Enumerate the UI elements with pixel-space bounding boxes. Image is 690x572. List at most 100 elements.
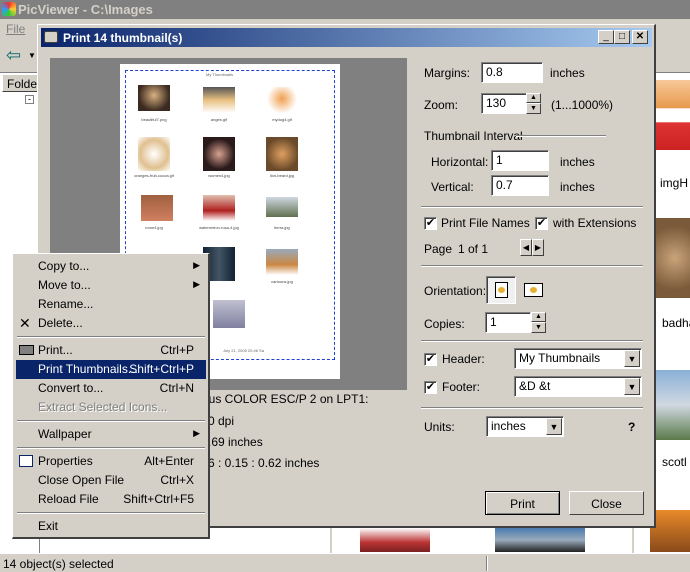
close-button[interactable]: Close (569, 491, 644, 515)
zoom-spin-down[interactable]: ▼ (526, 103, 541, 114)
thumbnail-scotl-image[interactable] (652, 370, 690, 440)
with-extensions-label: with Extensions (553, 216, 637, 230)
menu-item-label: Move to... (38, 278, 91, 292)
menu-separator (17, 512, 205, 514)
delete-x-icon: ✕ (19, 315, 31, 331)
paper-margin-text: 6 : 0.15 : 0.62 inches (208, 456, 320, 470)
margins-field[interactable]: 0.8 (481, 62, 543, 83)
minimize-button[interactable]: _ (598, 30, 614, 44)
page-next-button[interactable]: ▶ (532, 239, 544, 256)
menu-item-shortcut: Shift+Ctrl+P (129, 362, 194, 376)
menu-separator (17, 336, 205, 338)
menu-item-shortcut: Alt+Enter (144, 454, 194, 468)
preview-page-header: My Thumbnails (206, 72, 234, 77)
preview-page-footer: July 21, 2005 20:46 Sa (223, 348, 264, 353)
menu-item-shortcut: Ctrl+X (160, 473, 194, 487)
landscape-orientation-icon[interactable] (522, 279, 546, 301)
zoom-range: (1...1000%) (551, 98, 614, 112)
menu-item-label: Print Thumbnails... (38, 362, 138, 376)
properties-icon (19, 455, 33, 467)
menu-item-move-to[interactable]: Move to... ▶ (16, 276, 206, 295)
portrait-orientation-icon[interactable] (486, 276, 516, 304)
preview-thumb-caption: women4.jpg (208, 173, 230, 178)
print-button[interactable]: Print (485, 491, 560, 515)
maximize-button[interactable]: □ (614, 30, 630, 44)
tree-collapse-icon[interactable]: - (25, 95, 34, 104)
menu-item-copy-to[interactable]: Copy to... ▶ (16, 257, 206, 276)
thumbnail-badha-image[interactable] (652, 218, 690, 298)
copies-spin-down[interactable]: ▼ (531, 322, 546, 333)
status-bar: 14 object(s) selected (0, 553, 690, 572)
menu-item-wallpaper[interactable]: Wallpaper ▶ (16, 425, 206, 444)
preview-thumb-caption: lion-beard.jpg (269, 173, 295, 178)
separator (421, 206, 643, 208)
preview-thumb (266, 249, 298, 275)
units-dropdown-arrow-icon[interactable]: ▼ (546, 418, 562, 435)
thumbnail-bottom-3[interactable] (650, 510, 690, 552)
preview-thumb (138, 137, 170, 171)
menu-item-rename[interactable]: Rename... (16, 295, 206, 314)
menu-item-label: Delete... (38, 316, 83, 330)
interval-groove (516, 135, 606, 137)
dialog-title: Print 14 thumbnail(s) (63, 31, 183, 45)
close-window-button[interactable]: ✕ (632, 30, 648, 44)
header-label: Header: (442, 352, 485, 366)
footer-field[interactable]: &D &t (514, 376, 642, 397)
status-text: 14 object(s) selected (3, 557, 114, 571)
vertical-divider-2 (632, 528, 634, 553)
page-count: 1 of 1 (458, 242, 489, 256)
menu-file[interactable]: File (6, 22, 25, 36)
back-arrow-icon[interactable]: ⇦ (6, 45, 21, 66)
vertical-field[interactable]: 0.7 (491, 175, 549, 196)
menu-item-print[interactable]: Print... Ctrl+P (16, 341, 206, 360)
submenu-arrow-icon: ▶ (193, 260, 200, 270)
margins-unit: inches (550, 66, 585, 80)
preview-thumb-caption: beautiful7.png (141, 117, 167, 122)
menu-item-shortcut: Ctrl+P (160, 343, 194, 357)
help-icon[interactable]: ? (628, 420, 635, 434)
zoom-field[interactable]: 130 (481, 93, 527, 114)
thumbnail-badha-label: badha (662, 316, 690, 330)
menu-item-delete[interactable]: ✕ Delete... (16, 314, 206, 333)
copies-field[interactable]: 1 (485, 312, 531, 333)
preview-thumb-caption: tierra.jpg (274, 225, 290, 230)
menu-item-properties[interactable]: Properties Alt+Enter (16, 452, 206, 471)
thumbnail-imgH-label: imgH (660, 176, 689, 190)
paper-size-text: .69 inches (208, 435, 263, 449)
menu-separator (17, 420, 205, 422)
zoom-spin-up[interactable]: ▲ (526, 93, 541, 103)
context-menu: Copy to... ▶ Move to... ▶ Rename... ✕ De… (12, 253, 210, 539)
preview-thumb-caption: watermelon-rosa-4.jpg (199, 225, 239, 230)
header-checkbox[interactable]: ✔ (424, 353, 437, 366)
menu-item-print-thumbnails[interactable]: Print Thumbnails... Shift+Ctrl+P (16, 360, 206, 379)
dropdown-arrow-icon[interactable]: ▼ (28, 51, 36, 60)
copies-spin-up[interactable]: ▲ (531, 312, 546, 322)
header-field[interactable]: My Thumbnails (514, 348, 642, 369)
preview-thumb (203, 87, 235, 113)
menu-item-exit[interactable]: Exit (16, 517, 206, 536)
menu-item-reload-file[interactable]: Reload File Shift+Ctrl+F5 (16, 490, 206, 509)
menu-item-extract-icons: Extract Selected Icons... (16, 398, 206, 417)
horizontal-field[interactable]: 1 (491, 150, 549, 171)
units-label: Units: (424, 420, 455, 434)
print-file-names-checkbox[interactable]: ✔ (424, 217, 437, 230)
submenu-arrow-icon: ▶ (193, 279, 200, 289)
printer-icon (44, 31, 58, 43)
menu-item-convert-to[interactable]: Convert to... Ctrl+N (16, 379, 206, 398)
thumbnail-imgH-image[interactable] (655, 80, 690, 150)
with-extensions-checkbox[interactable]: ✔ (535, 217, 548, 230)
menu-item-shortcut: Shift+Ctrl+F5 (123, 492, 194, 506)
menu-item-shortcut: Ctrl+N (159, 381, 194, 395)
printer-name-text: lus COLOR ESC/P 2 on LPT1: (206, 392, 369, 406)
folder-header[interactable]: Folder (2, 74, 41, 92)
preview-thumb (203, 137, 235, 171)
dialog-title-bar[interactable]: Print 14 thumbnail(s) (41, 28, 652, 47)
footer-dropdown-arrow-icon[interactable]: ▼ (624, 378, 640, 395)
footer-checkbox[interactable]: ✔ (424, 381, 437, 394)
page-prev-button[interactable]: ◀ (520, 239, 532, 256)
thumbnail-bottom-1[interactable] (360, 528, 430, 552)
menu-item-close-open-file[interactable]: Close Open File Ctrl+X (16, 471, 206, 490)
thumbnail-bottom-2[interactable] (495, 528, 585, 552)
page-label: Page (424, 242, 453, 256)
header-dropdown-arrow-icon[interactable]: ▼ (624, 350, 640, 367)
